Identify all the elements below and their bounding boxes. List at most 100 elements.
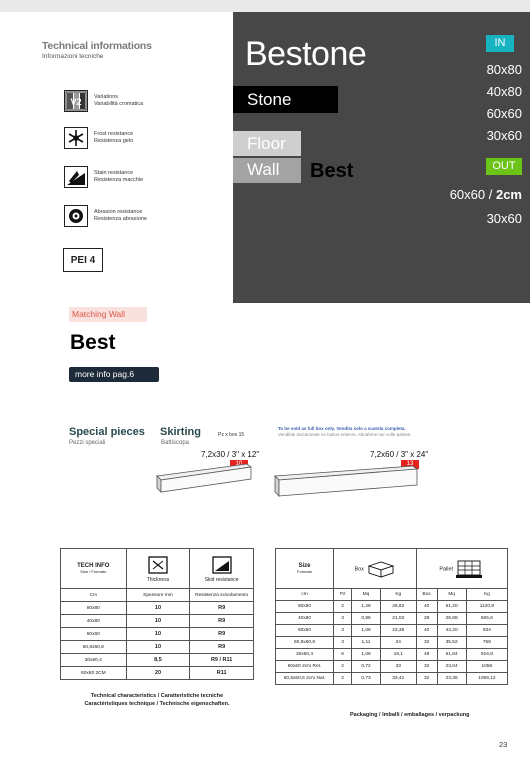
table-cell: R9 bbox=[189, 627, 254, 641]
table-row: 60,8x60,8 3 1,11 24 32 35,52 768 bbox=[275, 636, 509, 649]
brand-title: Bestone bbox=[245, 35, 367, 73]
matching-wall-name: Best bbox=[70, 331, 116, 354]
table-cell: 1069,12 bbox=[465, 672, 509, 685]
skid-label: Skid resistance bbox=[204, 576, 239, 583]
table-cell: 8,5 bbox=[125, 653, 191, 667]
skirting-piece-2 bbox=[274, 465, 419, 497]
table-cell: 0,96 bbox=[351, 612, 381, 625]
tech-info-subtitle: Informazioni tecniche bbox=[42, 53, 104, 60]
table-cell: 23,04 bbox=[436, 660, 467, 673]
table-row: 60x60 2cm Ret. 2 0,72 33 32 23,04 1056 bbox=[275, 660, 509, 673]
table-cell: 24 bbox=[379, 636, 417, 649]
table-cell: 40 bbox=[415, 600, 438, 613]
table-cell: R9 bbox=[189, 614, 254, 628]
table-cell: 1,28 bbox=[351, 600, 381, 613]
table-cell: 21,02 bbox=[379, 612, 417, 625]
skirting-title: Skirting bbox=[160, 426, 201, 438]
feature-frost: Frost resistance Resistenza gelo bbox=[64, 127, 133, 149]
table-cell: 60x60 bbox=[275, 624, 334, 637]
matching-wall-tag: Matching Wall bbox=[69, 307, 147, 322]
in-size: 30x60 bbox=[486, 128, 522, 143]
table-row: 60x60 10 R9 bbox=[60, 627, 254, 641]
table-cell: 40 bbox=[415, 624, 438, 637]
table-cell: 1,08 bbox=[351, 648, 381, 661]
variation-icon: V2 bbox=[64, 90, 88, 112]
tech-caption-line2: Caractéristiques technique / Technische … bbox=[84, 701, 230, 707]
floor-label: Floor bbox=[247, 134, 286, 153]
table-cell: 934 bbox=[465, 624, 509, 637]
table-cell: R9 / R11 bbox=[189, 653, 254, 667]
table-cell: 30x60,4 bbox=[275, 648, 334, 661]
table-cell: 60x60 bbox=[60, 627, 127, 641]
table-cell: 51,84 bbox=[436, 648, 467, 661]
table-cell: 10 bbox=[125, 640, 191, 654]
table-row: 40x80 10 R9 bbox=[60, 614, 254, 628]
table-cell: 6 bbox=[332, 648, 353, 661]
tech-info-table: TECH INFO Size / Formato Thickness Skid … bbox=[60, 548, 254, 680]
table-cell: 33,41 bbox=[379, 672, 417, 685]
feature-variations: V2 Variations Variabilità cromatica bbox=[64, 90, 143, 112]
table-cell: 60,8x60,8 bbox=[60, 640, 127, 654]
table-cell: 20 bbox=[125, 666, 191, 680]
skirting-subtitle: Battiscopa bbox=[161, 440, 190, 446]
table-subheader: Cm bbox=[60, 588, 127, 602]
catalog-page: Technical informations Informazioni tecn… bbox=[0, 0, 530, 758]
table-row: 40x80 3 0,96 21,02 28 26,88 565,6 bbox=[275, 612, 509, 625]
table-cell: 0,73 bbox=[351, 672, 381, 685]
feature-stain: Stain resistance Resistenza macchie bbox=[64, 166, 143, 188]
skid-head: Skid resistance bbox=[189, 548, 254, 589]
table-subheader: Kg bbox=[379, 588, 417, 601]
table-cell: 1,08 bbox=[351, 624, 381, 637]
pallet-icon bbox=[456, 560, 483, 578]
in-badge: IN bbox=[486, 35, 514, 52]
table-cell: 30x60,4 bbox=[60, 653, 127, 667]
table-row: 30x60,4 8,5 R9 / R11 bbox=[60, 653, 254, 667]
table-cell: 1,11 bbox=[351, 636, 381, 649]
table-subheader: Spessore mm bbox=[125, 588, 191, 602]
skirting-piece-1 bbox=[156, 463, 253, 493]
full-box-note-2: Vendible únicamente en bultos enteros. A… bbox=[278, 432, 412, 437]
table-row: 80x80 2 1,28 28,82 40 51,20 1120,8 bbox=[275, 600, 509, 613]
table-cell: 3 bbox=[332, 624, 353, 637]
packaging-caption: Packaging / Imballi / emballages / verpa… bbox=[350, 712, 470, 718]
more-info-button[interactable]: more info pag.6 bbox=[69, 367, 159, 382]
skid-icon bbox=[211, 555, 232, 574]
table-cell: 1120,8 bbox=[465, 600, 509, 613]
table-row: 60,8x60,8 10 R9 bbox=[60, 640, 254, 654]
table-cell: 2 bbox=[332, 660, 353, 673]
table-cell: R9 bbox=[189, 601, 254, 615]
pieces-per-box: Pz x box 15 bbox=[218, 432, 245, 438]
feature-variations-line1: Variations bbox=[94, 94, 119, 100]
abrasion-icon bbox=[64, 205, 88, 227]
table-cell: 80x80 bbox=[60, 601, 127, 615]
full-box-note: To be sold as full box only. Vendita sol… bbox=[278, 426, 406, 431]
table-cell: 51,20 bbox=[436, 600, 467, 613]
thickness-label: Thickness bbox=[146, 576, 170, 583]
feature-stain-line1: Stain resistance bbox=[94, 170, 134, 176]
tech-caption-line1: Technical characteristics / Caratteristi… bbox=[90, 693, 224, 699]
table-cell: 32 bbox=[415, 672, 438, 685]
feature-frost-line1: Frost resistance bbox=[94, 131, 134, 137]
table-cell: R9 bbox=[189, 640, 254, 654]
feature-frost-line2: Resistenza gelo bbox=[94, 138, 134, 144]
table-row: 60x60 2CM 20 R11 bbox=[60, 666, 254, 680]
table-cell: 10 bbox=[125, 601, 191, 615]
feature-stain-line2: Resistenza macchie bbox=[94, 177, 144, 183]
table-subheader: Kg bbox=[465, 588, 509, 601]
in-size: 40x80 bbox=[486, 84, 522, 99]
table-cell: 19,1 bbox=[379, 648, 417, 661]
table-cell: 40x80 bbox=[275, 612, 334, 625]
out-size-main: 60x60 / bbox=[449, 187, 496, 202]
table-cell: 10 bbox=[125, 627, 191, 641]
skirting-size-1: 7,2x30 / 3" x 12" bbox=[201, 450, 260, 459]
table-cell: 60x60 2CM bbox=[60, 666, 127, 680]
box-icon bbox=[367, 561, 395, 578]
tech-info-title: Technical informations bbox=[42, 40, 152, 52]
out-size-thickness: 2cm bbox=[495, 187, 522, 202]
svg-text:V2: V2 bbox=[70, 97, 81, 107]
table-subheader: Mq bbox=[436, 588, 467, 601]
table-cell: 40x80 bbox=[60, 614, 127, 628]
table-cell: 80x80 bbox=[275, 600, 334, 613]
box-head: Box bbox=[333, 548, 417, 589]
table-cell: 28,82 bbox=[379, 600, 417, 613]
